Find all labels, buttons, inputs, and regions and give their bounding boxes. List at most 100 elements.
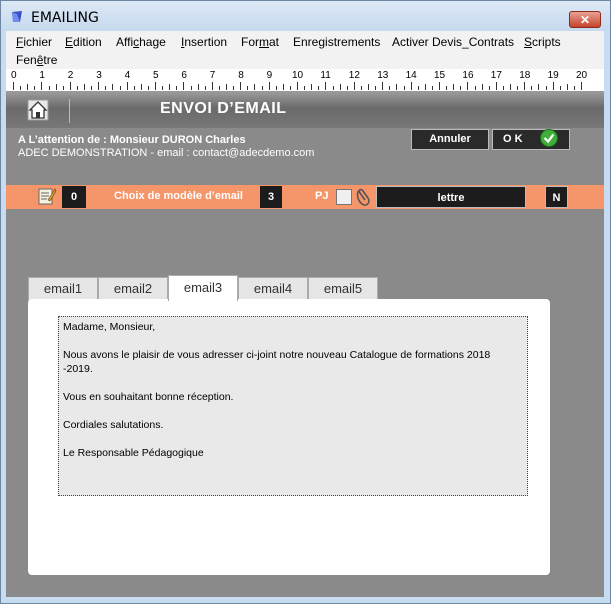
ruler-minor-tick	[304, 86, 306, 90]
model-number-field[interactable]: 3	[260, 186, 282, 208]
attachment-name-field[interactable]: lettre	[376, 186, 526, 208]
ruler: 0 1 2 3 4 5 6 7 8 9 10 11 12 13 14 15 16 17 18 19 20	[6, 69, 604, 92]
recipient-email: ADEC DEMONSTRATION - email : contact@ade…	[18, 147, 315, 159]
ruler-tick	[211, 82, 213, 90]
pj-label: PJ	[315, 190, 329, 202]
ruler-minor-tick	[27, 84, 29, 90]
menu-fichier[interactable]: Fichier	[16, 35, 52, 49]
ruler-tick	[524, 82, 526, 90]
ruler-tick	[410, 82, 412, 90]
email-body-textarea[interactable]: Madame, Monsieur, Nous avons le plaisir …	[58, 316, 528, 496]
ruler-number: 5	[153, 70, 159, 81]
menu-affichage[interactable]: Affichage	[116, 35, 166, 49]
client-area: Fichier Edition Affichage Insertion Form…	[6, 31, 604, 597]
ok-button[interactable]: O K	[492, 129, 570, 150]
ruler-minor-tick	[389, 86, 391, 90]
ruler-minor-tick	[20, 86, 22, 90]
tab-email2[interactable]: email2	[98, 277, 168, 301]
ruler-number: 15	[434, 70, 446, 81]
ruler-minor-tick	[105, 86, 107, 90]
menu-activer-devis-contrats[interactable]: Activer Devis_Contrats	[392, 35, 514, 49]
ruler-minor-tick	[169, 84, 171, 90]
ruler-minor-tick	[573, 86, 575, 90]
paperclip-icon[interactable]	[354, 186, 374, 208]
ruler-tick	[268, 82, 270, 90]
ruler-number: 2	[67, 70, 74, 81]
menu-scripts[interactable]: Scripts	[524, 35, 561, 49]
ruler-tick	[240, 82, 242, 90]
model-choice-label: Choix de modèle d’email	[114, 190, 243, 202]
close-button[interactable]: ✕	[569, 11, 601, 28]
ruler-number: 3	[96, 70, 102, 81]
ruler-tick	[552, 82, 554, 90]
menu-format[interactable]: Format	[241, 35, 279, 49]
ruler-minor-tick	[368, 84, 369, 90]
ruler-minor-tick	[424, 84, 426, 90]
ruler-tick	[439, 82, 440, 90]
home-icon[interactable]	[27, 99, 49, 121]
ruler-minor-tick	[460, 86, 462, 90]
ruler-number: 12	[348, 70, 360, 81]
ruler-minor-tick	[261, 86, 263, 90]
ruler-number: 16	[462, 70, 474, 81]
tab-email3[interactable]: email3	[168, 275, 238, 301]
ruler-minor-tick	[218, 86, 220, 90]
menu-insertion[interactable]: Insertion	[181, 35, 227, 49]
ruler-number: 0	[11, 70, 17, 81]
menu-edition[interactable]: Edition	[65, 35, 102, 49]
ruler-minor-tick	[140, 84, 142, 90]
check-icon	[540, 129, 558, 147]
pj-checkbox[interactable]	[336, 189, 352, 205]
ruler-minor-tick	[502, 86, 504, 90]
ruler-tick	[126, 82, 128, 90]
ruler-minor-tick	[112, 84, 114, 90]
ruler-minor-tick	[226, 84, 227, 90]
ok-button-label: O K	[503, 133, 523, 145]
body-paragraph-2: Vous en souhaitant bonne réception.	[63, 391, 234, 403]
ruler-minor-tick	[204, 86, 206, 90]
ruler-minor-tick	[510, 84, 511, 90]
tab-email5[interactable]: email5	[308, 277, 378, 301]
window-title: EMAILING	[31, 10, 99, 26]
page-title: ENVOI D’EMAIL	[160, 100, 287, 117]
ruler-minor-tick	[318, 86, 320, 90]
menu-enregistrements[interactable]: Enregistrements	[293, 35, 380, 49]
flag-field[interactable]: N	[545, 186, 568, 208]
ruler-number: 10	[292, 70, 304, 81]
ruler-number: 17	[490, 70, 502, 81]
cancel-button[interactable]: Annuler	[411, 129, 489, 150]
ruler-minor-tick	[488, 86, 490, 90]
ruler-tick	[382, 82, 384, 90]
ruler-minor-tick	[360, 86, 362, 90]
ruler-minor-tick	[282, 84, 284, 90]
ruler-number: 19	[547, 70, 559, 81]
body-greeting: Madame, Monsieur,	[63, 321, 156, 333]
ruler-minor-tick	[538, 84, 540, 90]
ruler-minor-tick	[254, 84, 256, 90]
ruler-minor-tick	[311, 84, 313, 90]
ruler-tick	[183, 82, 185, 90]
ruler-minor-tick	[197, 84, 199, 90]
edit-document-icon[interactable]	[37, 186, 57, 206]
ruler-number: 1	[39, 70, 45, 81]
ruler-tick	[297, 82, 298, 90]
ruler-minor-tick	[133, 86, 135, 90]
tab-email4[interactable]: email4	[238, 277, 308, 301]
ruler-minor-tick	[396, 84, 398, 90]
ruler-tick	[353, 82, 355, 90]
ruler-minor-tick	[34, 86, 36, 90]
ruler-minor-tick	[247, 86, 249, 90]
ruler-minor-tick	[375, 86, 377, 90]
tab-email1[interactable]: email1	[28, 277, 98, 301]
ruler-minor-tick	[147, 86, 149, 90]
ruler-minor-tick	[233, 86, 235, 90]
ruler-number: 9	[266, 70, 273, 81]
ruler-minor-tick	[417, 86, 419, 90]
ruler-minor-tick	[545, 86, 547, 90]
menu-fenetre[interactable]: Fenêtre	[16, 53, 57, 67]
recipient-name: A L’attention de : Monsieur DURON Charle…	[18, 134, 246, 146]
ruler-minor-tick	[91, 86, 93, 90]
ruler-minor-tick	[339, 84, 341, 90]
ruler-minor-tick	[566, 84, 568, 90]
ruler-minor-tick	[446, 86, 448, 90]
